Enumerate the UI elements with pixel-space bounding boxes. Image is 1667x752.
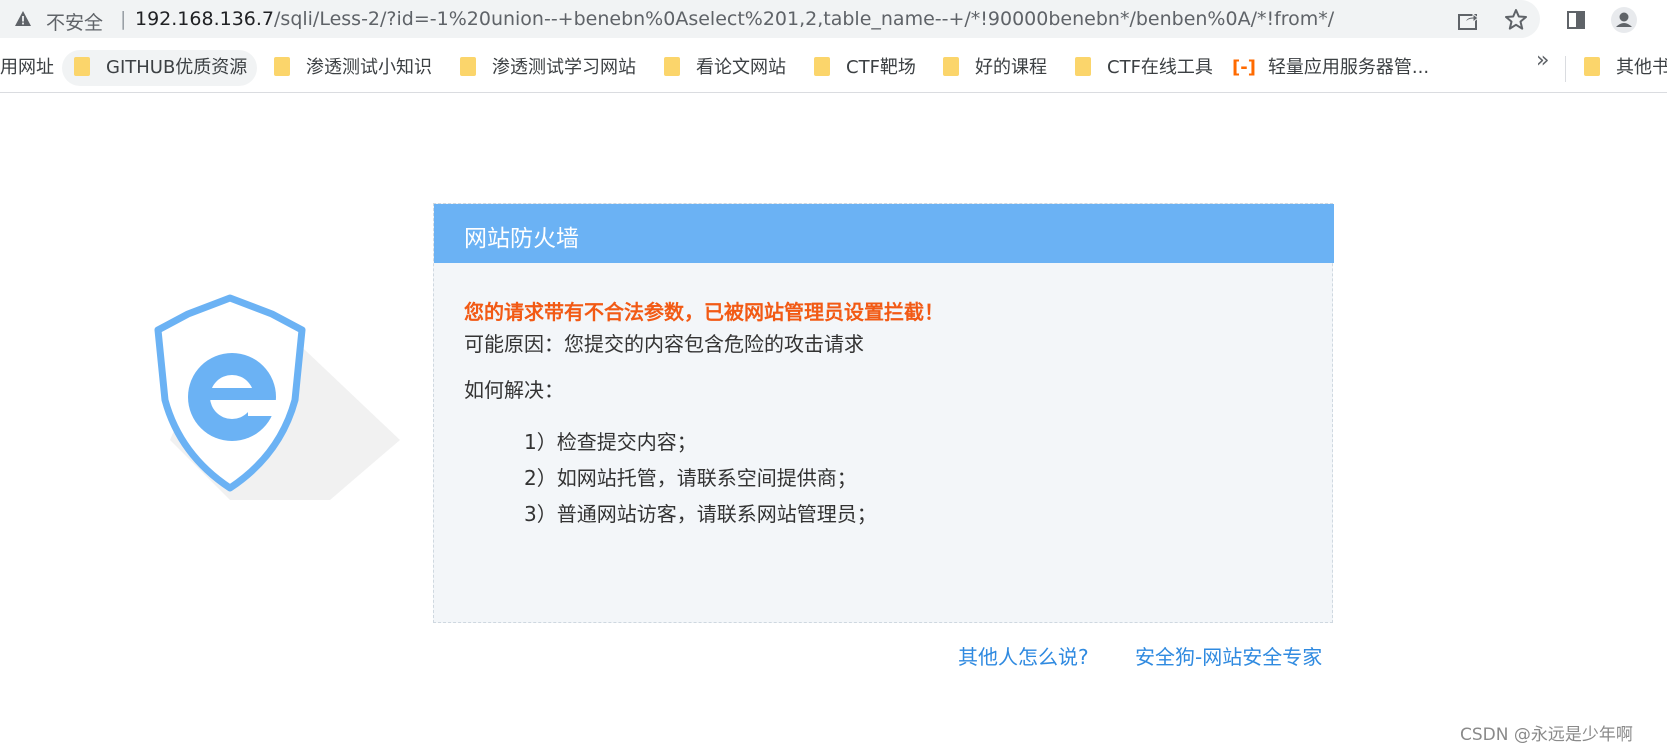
solution-step: 1）检查提交内容； <box>524 430 697 454</box>
bookmark-label: 轻量应用服务器管... <box>1267 57 1430 78</box>
csdn-watermark: CSDN @永远是少年啊 <box>1460 725 1633 745</box>
howto-heading: 如何解决： <box>464 378 564 402</box>
bookmark-label: 看论文网站 <box>696 57 786 78</box>
folder-icon <box>460 56 476 76</box>
address-bar: 不安全 | 192.168.136.7/sqli/Less-2/?id=-1%2… <box>0 0 1667 40</box>
aliyun-icon: [-] <box>1232 57 1256 78</box>
folder-icon <box>814 56 830 76</box>
others-say-link[interactable]: 其他人怎么说? <box>958 641 1089 670</box>
block-reason: 可能原因：您提交的内容包含危险的攻击请求 <box>464 332 864 356</box>
solution-step: 2）如网站托管，请联系空间提供商； <box>524 466 857 490</box>
panel-title: 网站防火墙 <box>464 226 579 252</box>
panel-header: 网站防火墙 <box>434 204 1334 263</box>
bookmark-lightweight-server[interactable]: [-] 轻量应用服务器管... <box>1232 50 1429 86</box>
folder-icon <box>664 56 680 76</box>
bookmark-other[interactable]: 其他书 <box>1584 50 1667 86</box>
bookmark-label: 好的课程 <box>975 57 1047 78</box>
bookmark-label: CTF在线工具 <box>1107 57 1213 78</box>
url-host: 192.168.136.7 <box>135 8 275 30</box>
folder-icon <box>74 56 90 76</box>
bookmarks-overflow-chevron-icon[interactable]: » <box>1536 48 1549 73</box>
solution-step: 3）普通网站访客，请联系网站管理员； <box>524 502 877 526</box>
bookmark-pentest-tips[interactable]: 渗透测试小知识 <box>274 50 432 86</box>
block-alert-message: 您的请求带有不合法参数，已被网站管理员设置拦截！ <box>464 300 944 324</box>
side-panel-icon[interactable] <box>1562 6 1590 34</box>
bookmark-ctf-range[interactable]: CTF靶场 <box>814 50 916 86</box>
security-label[interactable]: 不安全 <box>46 8 103 35</box>
bookmark-url-nav[interactable]: 用网址 <box>0 50 54 86</box>
url-separator: | <box>120 8 127 30</box>
profile-avatar-icon[interactable] <box>1610 6 1638 34</box>
url-text[interactable]: 192.168.136.7/sqli/Less-2/?id=-1%20union… <box>135 8 1334 30</box>
bookmark-label: 其他书 <box>1616 57 1667 78</box>
omnibox[interactable]: 不安全 | 192.168.136.7/sqli/Less-2/?id=-1%2… <box>0 0 1540 38</box>
safedog-link[interactable]: 安全狗-网站安全专家 <box>1135 641 1322 670</box>
bookmark-star-icon[interactable] <box>1502 6 1530 34</box>
firewall-panel: 网站防火墙 您的请求带有不合法参数，已被网站管理员设置拦截！ 可能原因：您提交的… <box>433 203 1334 623</box>
folder-icon <box>1584 56 1600 76</box>
warning-icon[interactable] <box>14 10 32 28</box>
bookmark-label: 渗透测试学习网站 <box>492 57 636 78</box>
bookmarks-divider <box>1565 56 1566 82</box>
bookmark-github[interactable]: GITHUB优质资源 <box>62 50 258 86</box>
share-icon[interactable] <box>1454 6 1482 34</box>
folder-icon <box>1075 56 1091 76</box>
folder-icon <box>274 56 290 76</box>
bookmark-label: 渗透测试小知识 <box>306 57 432 78</box>
bookmarks-bar: 用网址 GITHUB优质资源 渗透测试小知识 渗透测试学习网站 看论文网站 CT… <box>0 44 1667 93</box>
bookmark-papers[interactable]: 看论文网站 <box>664 50 786 86</box>
bookmark-ctf-tools[interactable]: CTF在线工具 <box>1075 50 1213 86</box>
bookmark-pentest-sites[interactable]: 渗透测试学习网站 <box>460 50 636 86</box>
bookmark-courses[interactable]: 好的课程 <box>943 50 1047 86</box>
bookmark-label: GITHUB优质资源 <box>106 57 248 78</box>
safedog-shield-logo-icon <box>154 294 400 500</box>
bookmark-label: CTF靶场 <box>846 57 916 78</box>
folder-icon <box>943 56 959 76</box>
url-path: /sqli/Less-2/?id=-1%20union--+benebn%0As… <box>274 8 1335 30</box>
